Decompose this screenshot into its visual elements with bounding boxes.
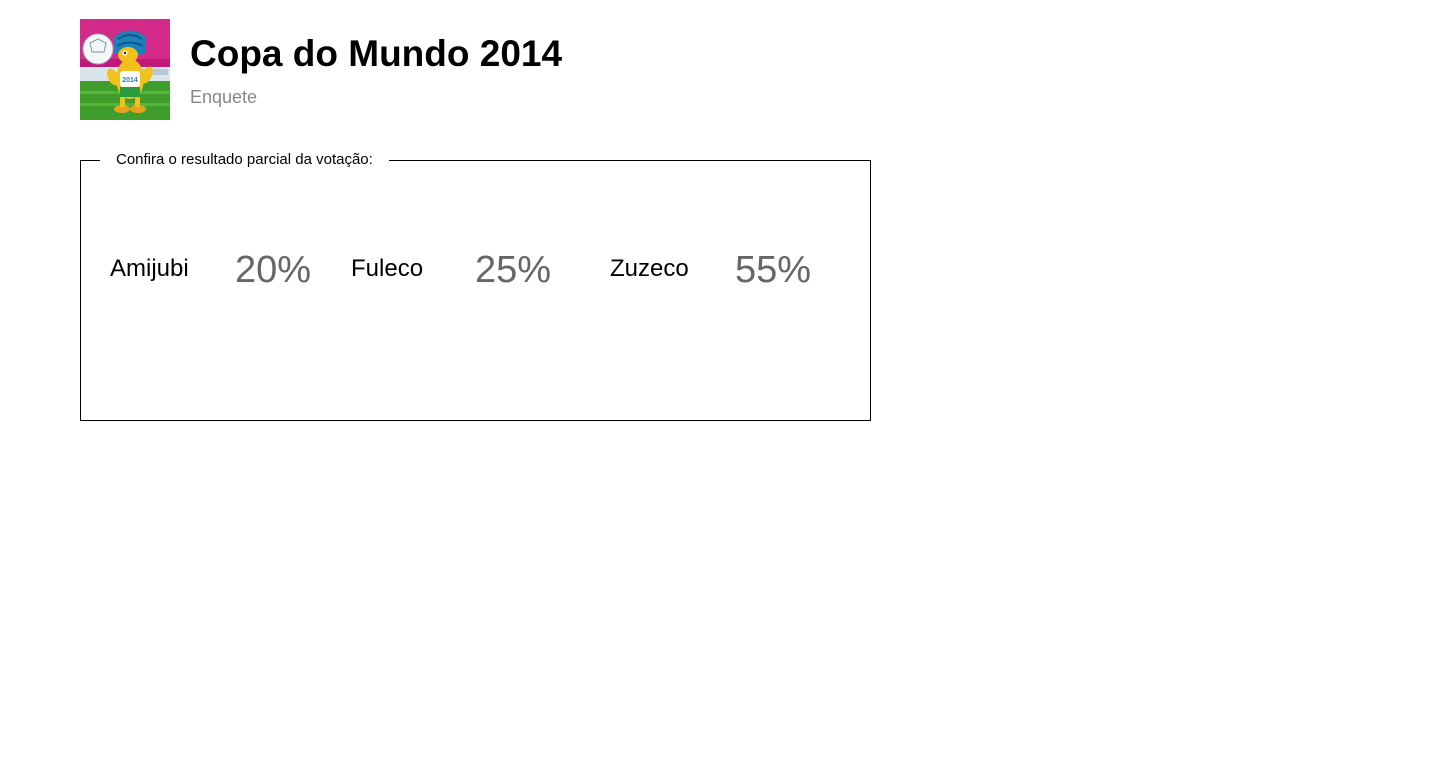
poll-option-percent-amijubi: 20% — [235, 249, 312, 291]
poll-results-fieldset: Confira o resultado parcial da votação: … — [80, 151, 871, 421]
poll-results-legend: Confira o resultado parcial da votação: — [100, 151, 389, 168]
poll-option-name-amijubi: Amijubi — [110, 255, 189, 282]
poll-option-percent-zuzeco: 55% — [735, 249, 812, 291]
page-header: 2014 Copa do Mundo 2014 Enquete — [80, 19, 680, 120]
page-subtitle: Enquete — [190, 87, 258, 107]
mascot-thumbnail-image: 2014 — [80, 19, 170, 120]
svg-text:2014: 2014 — [122, 77, 138, 84]
poll-option-percent-fuleco: 25% — [475, 249, 552, 291]
poll-option-name-fuleco: Fuleco — [351, 255, 424, 282]
page-title: Copa do Mundo 2014 — [190, 33, 563, 74]
mascot-illustration: 2014 — [80, 19, 170, 120]
poll-option-name-zuzeco: Zuzeco — [610, 255, 689, 282]
